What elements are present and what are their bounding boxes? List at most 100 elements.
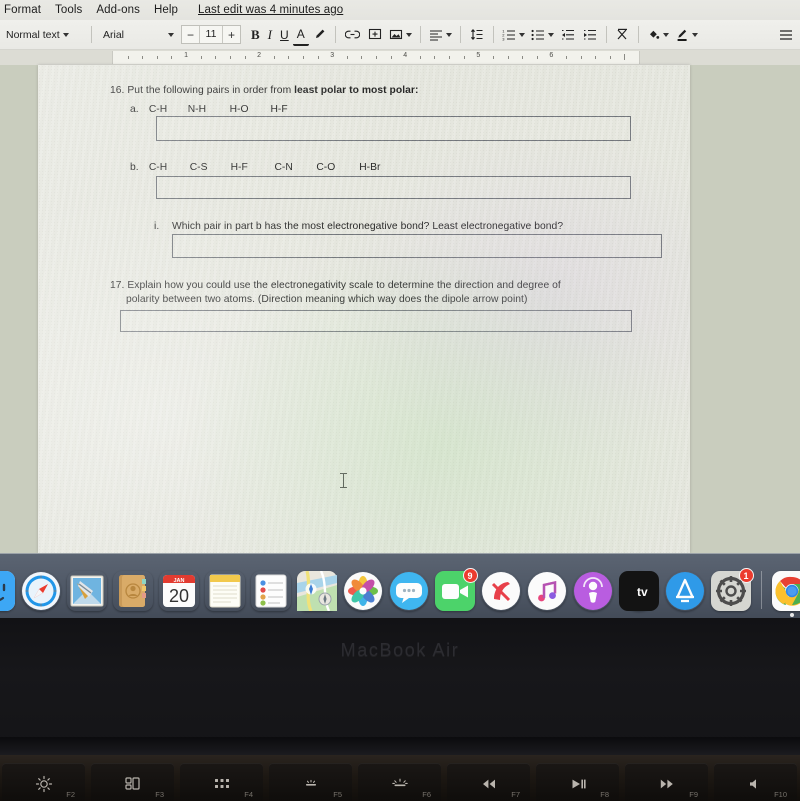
safari-icon bbox=[21, 572, 60, 610]
function-key-label: F5 bbox=[333, 790, 342, 799]
dock-item-reminders[interactable] bbox=[251, 571, 291, 611]
ruler-tick bbox=[419, 56, 421, 59]
ruler-tick bbox=[215, 56, 217, 59]
answer-box-16bi[interactable] bbox=[172, 234, 662, 258]
calendar-icon: JAN 20 bbox=[162, 575, 195, 607]
svg-text:20: 20 bbox=[168, 586, 188, 606]
dock-item-calendar[interactable]: JAN 20 bbox=[159, 571, 199, 611]
function-key-f4[interactable]: F4 bbox=[180, 763, 263, 801]
more-options-icon[interactable] bbox=[775, 24, 797, 46]
italic-button[interactable]: I bbox=[264, 24, 276, 46]
increase-indent-icon[interactable] bbox=[579, 24, 601, 46]
dock-item-mail[interactable] bbox=[67, 571, 107, 611]
document-canvas: 16. Put the following pairs in order fro… bbox=[0, 65, 800, 553]
ruler-tick bbox=[536, 56, 538, 59]
insert-image-dropdown[interactable] bbox=[386, 24, 415, 46]
highlight-pen-icon[interactable] bbox=[309, 24, 330, 46]
pair-16b-4: C-O bbox=[316, 162, 336, 173]
ruler-tick bbox=[273, 56, 275, 59]
ruler-tick bbox=[127, 56, 129, 59]
bulleted-list-dropdown[interactable] bbox=[528, 24, 557, 46]
insert-link-icon[interactable] bbox=[341, 24, 364, 46]
fill-color-dropdown[interactable] bbox=[644, 24, 672, 46]
dock-item-music[interactable] bbox=[527, 571, 567, 611]
font-size-stepper[interactable]: − 11 + bbox=[181, 25, 241, 44]
question-16b-row: b. C-H C-S H-F C-N C-O H-Br bbox=[130, 162, 380, 173]
font-family-label: Arial bbox=[103, 28, 125, 41]
dock-item-safari[interactable] bbox=[21, 571, 61, 611]
font-family-dropdown[interactable]: Arial bbox=[97, 24, 179, 46]
underline-button[interactable]: U bbox=[276, 24, 293, 46]
font-size-input[interactable]: 11 bbox=[199, 26, 223, 43]
rewind-icon bbox=[482, 779, 495, 789]
dock-item-apple-tv[interactable]: tv bbox=[618, 571, 659, 611]
function-key-f9[interactable]: F9 bbox=[625, 763, 708, 801]
launchpad-icon bbox=[214, 779, 229, 788]
clear-formatting-icon[interactable] bbox=[612, 24, 633, 46]
text-color-button[interactable]: A bbox=[292, 24, 309, 46]
paragraph-style-dropdown[interactable]: Normal text bbox=[0, 24, 86, 46]
toolbar-divider bbox=[459, 26, 461, 43]
pair-16b-1: C-S bbox=[189, 162, 208, 173]
menu-item-add-ons[interactable]: Add-ons bbox=[96, 4, 140, 16]
dock-item-list: JAN 20 9 tv 1 bbox=[0, 557, 800, 617]
align-dropdown[interactable] bbox=[426, 24, 455, 46]
macos-dock: JAN 20 9 tv 1 bbox=[0, 553, 800, 618]
podcasts-icon bbox=[573, 572, 612, 610]
document-page[interactable]: 16. Put the following pairs in order fro… bbox=[38, 65, 690, 553]
menu-item-help[interactable]: Help bbox=[154, 4, 178, 16]
question-16-plain: Put the following pairs in order from bbox=[127, 85, 295, 96]
function-key-f6[interactable]: F6 bbox=[358, 763, 441, 801]
numbered-list-dropdown[interactable]: 1 2 3 bbox=[499, 24, 528, 46]
document-body[interactable]: 16. Put the following pairs in order fro… bbox=[38, 65, 690, 553]
finder-icon bbox=[0, 571, 15, 611]
font-size-increase-button[interactable]: + bbox=[223, 28, 240, 42]
function-key-f5[interactable]: F5 bbox=[269, 763, 352, 801]
chevron-down-icon bbox=[518, 32, 525, 37]
laptop-model-label: MacBook Air bbox=[340, 640, 460, 660]
dock-item-finder[interactable] bbox=[0, 571, 15, 611]
svg-text:tv: tv bbox=[637, 585, 648, 599]
ruler-track: 1 2 3 4 5 6 bbox=[112, 51, 640, 64]
font-size-decrease-button[interactable]: − bbox=[182, 28, 199, 42]
answer-box-17[interactable] bbox=[120, 310, 632, 332]
ruler-tick bbox=[507, 56, 509, 59]
last-edit-status[interactable]: Last edit was 4 minutes ago bbox=[198, 4, 343, 16]
function-key-f3[interactable]: F3 bbox=[91, 763, 174, 801]
dock-item-google-chrome[interactable] bbox=[771, 571, 800, 617]
pen-color-dropdown[interactable] bbox=[672, 24, 701, 46]
dock-item-messages[interactable] bbox=[389, 571, 429, 611]
dock-item-maps[interactable] bbox=[296, 571, 337, 611]
running-indicator bbox=[789, 613, 794, 617]
dock-item-system-preferences[interactable]: 1 bbox=[710, 568, 754, 611]
bold-button[interactable]: B bbox=[247, 24, 264, 46]
dock-item-news[interactable] bbox=[481, 571, 521, 611]
ruler-tick bbox=[361, 56, 363, 59]
function-key-f7[interactable]: F7 bbox=[447, 763, 530, 801]
dock-item-podcasts[interactable] bbox=[573, 571, 613, 611]
dock-item-notes[interactable] bbox=[205, 571, 245, 611]
pair-16b-0: C-H bbox=[148, 162, 168, 173]
menu-item-format[interactable]: Format bbox=[4, 4, 41, 16]
answer-box-16b[interactable] bbox=[156, 176, 631, 199]
document-ruler[interactable]: 1 2 3 4 5 6 bbox=[0, 50, 800, 108]
ruler-number: 2 bbox=[257, 52, 262, 59]
question-16bi-label: i. bbox=[154, 221, 160, 232]
dock-item-contacts[interactable] bbox=[113, 571, 153, 611]
toolbar-divider bbox=[492, 26, 494, 43]
answer-box-16a[interactable] bbox=[156, 116, 631, 141]
line-spacing-icon[interactable] bbox=[466, 24, 488, 46]
dock-badge-system-preferences: 1 bbox=[738, 568, 754, 583]
dock-item-app-store[interactable] bbox=[665, 571, 705, 611]
menu-item-tools[interactable]: Tools bbox=[55, 4, 82, 16]
function-key-f10[interactable]: F10 bbox=[714, 763, 797, 801]
function-key-f8[interactable]: F8 bbox=[536, 763, 619, 801]
question-16a-row: a. C-H N-H H-O H-F bbox=[130, 104, 288, 115]
insert-comment-icon[interactable] bbox=[364, 24, 386, 46]
dock-item-photos[interactable] bbox=[343, 571, 383, 611]
decrease-indent-icon[interactable] bbox=[557, 24, 579, 46]
dock-item-facetime[interactable]: 9 bbox=[434, 568, 478, 611]
ruler-tick bbox=[346, 56, 348, 59]
laptop-bezel: MacBook Air bbox=[0, 618, 800, 755]
function-key-f2[interactable]: F2 bbox=[2, 763, 85, 801]
